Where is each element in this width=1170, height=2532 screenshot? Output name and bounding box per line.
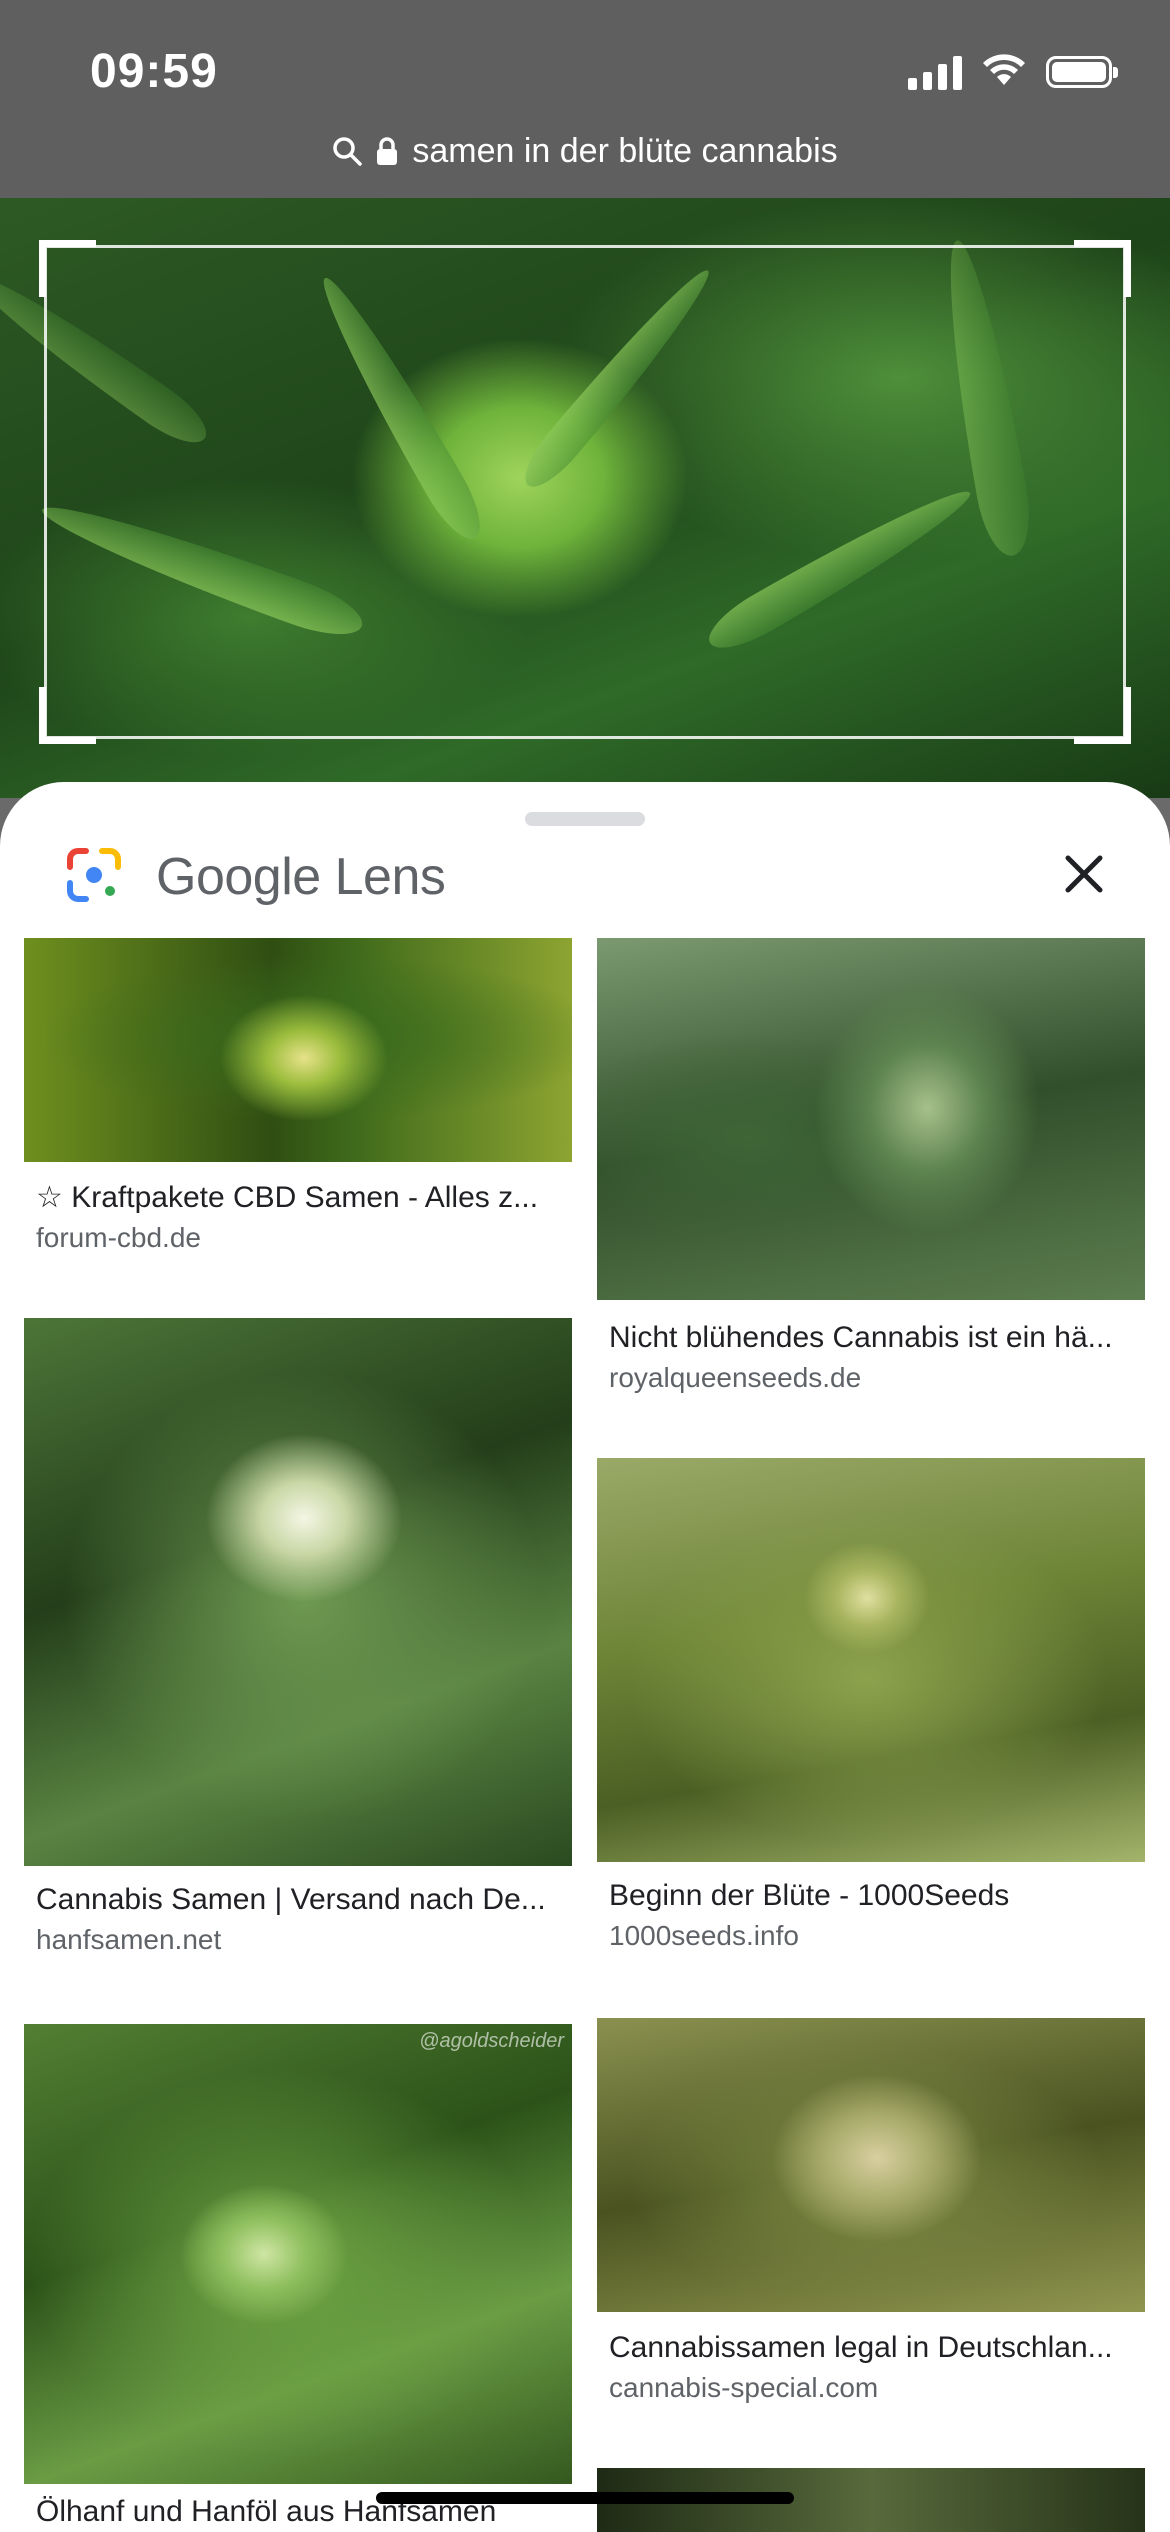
crop-selection-box[interactable] — [39, 240, 1131, 744]
result-source: royalqueenseeds.de — [609, 1362, 862, 1393]
search-icon — [332, 136, 363, 166]
image-watermark: @agoldscheider — [419, 2030, 564, 2052]
result-title[interactable]: ☆ Kraftpakete CBD Samen - Alles z... — [24, 1178, 572, 1218]
battery-icon — [1046, 56, 1118, 88]
result-card[interactable]: Cannabis Samen | Versand nach De... hanf… — [24, 1318, 572, 1960]
crop-handle-bottom-left[interactable] — [39, 687, 96, 744]
result-thumbnail[interactable] — [24, 1318, 572, 1866]
google-lens-logo-icon — [66, 847, 122, 908]
result-thumbnail[interactable] — [24, 938, 572, 1162]
result-source: 1000seeds.info — [609, 1920, 799, 1951]
crop-handle-top-right[interactable] — [1074, 240, 1131, 297]
close-icon — [1065, 855, 1103, 893]
result-card[interactable]: Beginn der Blüte - 1000Seeds 1000seeds.i… — [597, 1458, 1145, 1956]
url-bar[interactable]: samen in der blüte cannabis — [0, 126, 1170, 176]
wifi-icon — [982, 53, 1026, 92]
status-icons — [908, 52, 1118, 92]
result-thumbnail[interactable] — [597, 2018, 1145, 2312]
status-time: 09:59 — [90, 45, 218, 98]
result-thumbnail[interactable] — [597, 1458, 1145, 1862]
source-image[interactable] — [0, 198, 1170, 798]
result-card[interactable]: Cannabissamen legal in Deutschlan... can… — [597, 2018, 1145, 2408]
crop-handle-top-left[interactable] — [39, 240, 96, 297]
result-card[interactable]: @agoldscheider Ölhanf und Hanföl aus Han… — [24, 2024, 572, 2532]
home-indicator[interactable] — [376, 2492, 794, 2504]
signal-icon — [908, 54, 962, 90]
result-card[interactable]: Nicht blühendes Cannabis ist ein hä... r… — [597, 938, 1145, 1398]
lock-icon — [376, 136, 398, 166]
close-button[interactable] — [1048, 838, 1120, 910]
result-title[interactable]: Cannabis Samen | Versand nach De... — [24, 1880, 572, 1920]
result-source: forum-cbd.de — [36, 1222, 201, 1253]
results-sheet: Google Lens ☆ Kraftpakete CBD Samen - Al… — [0, 782, 1170, 2532]
crop-handle-bottom-right[interactable] — [1074, 687, 1131, 744]
status-bar: 09:59 samen in der blüte cannabis — [0, 0, 1170, 198]
result-title[interactable]: Beginn der Blüte - 1000Seeds — [597, 1876, 1145, 1916]
result-thumbnail[interactable] — [597, 938, 1145, 1300]
result-title[interactable]: Nicht blühendes Cannabis ist ein hä... — [597, 1318, 1145, 1358]
result-title[interactable]: Cannabissamen legal in Deutschlan... — [597, 2328, 1145, 2368]
result-source: cannabis-special.com — [609, 2372, 879, 2403]
lens-title: Google Lens — [156, 848, 446, 906]
sheet-drag-handle[interactable] — [525, 812, 645, 826]
result-thumbnail[interactable]: @agoldscheider — [24, 2024, 572, 2484]
result-source: hanfsamen.net — [36, 1924, 222, 1955]
result-card[interactable]: ☆ Kraftpakete CBD Samen - Alles z... for… — [24, 938, 572, 1258]
lens-header: Google Lens — [66, 832, 446, 922]
url-query: samen in der blüte cannabis — [412, 131, 838, 170]
